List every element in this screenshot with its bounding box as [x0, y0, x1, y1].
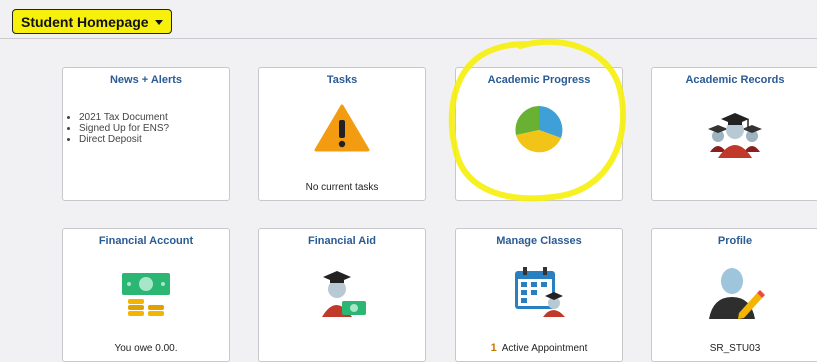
tile-news-alerts[interactable]: News + Alerts 2021 Tax Document Signed U…	[62, 67, 230, 201]
warning-icon	[259, 104, 425, 152]
student-id: SR_STU03	[709, 343, 761, 354]
homepage-title: Student Homepage	[21, 13, 149, 30]
tile-title: Profile	[717, 235, 753, 247]
news-item[interactable]: 2021 Tax Document	[79, 112, 169, 123]
tile-financial-account[interactable]: Financial Account You owe 0.00.	[62, 228, 230, 362]
calendar-icon	[456, 265, 622, 319]
tile-title: Tasks	[326, 74, 358, 86]
tile-tasks[interactable]: Tasks No current tasks	[258, 67, 426, 201]
graduates-icon	[652, 102, 817, 160]
tile-manage-classes[interactable]: Manage Classes 1 Active Appointment	[455, 228, 623, 362]
news-item[interactable]: Signed Up for ENS?	[79, 123, 169, 134]
tile-title: Manage Classes	[496, 235, 582, 247]
tile-profile[interactable]: Profile SR_STU03	[651, 228, 817, 362]
appointment-status: 1 Active Appointment	[456, 342, 622, 354]
appointment-label: Active Appointment	[501, 343, 588, 354]
profile-edit-icon	[652, 263, 817, 321]
balance-due: You owe 0.00.	[114, 343, 178, 354]
student-aid-icon	[259, 263, 425, 319]
tile-academic-progress[interactable]: Academic Progress	[455, 67, 623, 201]
tile-title: Financial Aid	[307, 235, 377, 247]
tile-title: Academic Records	[685, 74, 785, 86]
tile-title: Financial Account	[98, 235, 194, 247]
money-icon	[63, 267, 229, 319]
tile-financial-aid[interactable]: Financial Aid	[258, 228, 426, 362]
pie-chart-icon	[456, 104, 622, 156]
news-item[interactable]: Direct Deposit	[79, 134, 169, 145]
tile-academic-records[interactable]: Academic Records	[651, 67, 817, 201]
tile-title: Academic Progress	[487, 74, 591, 86]
tile-title: News + Alerts	[109, 74, 183, 86]
homepage-selector[interactable]: Student Homepage	[12, 9, 172, 34]
chevron-down-icon[interactable]	[154, 20, 163, 25]
appointment-count: 1	[490, 342, 497, 354]
news-list: 2021 Tax Document Signed Up for ENS? Dir…	[67, 112, 169, 145]
tasks-status: No current tasks	[305, 182, 379, 193]
